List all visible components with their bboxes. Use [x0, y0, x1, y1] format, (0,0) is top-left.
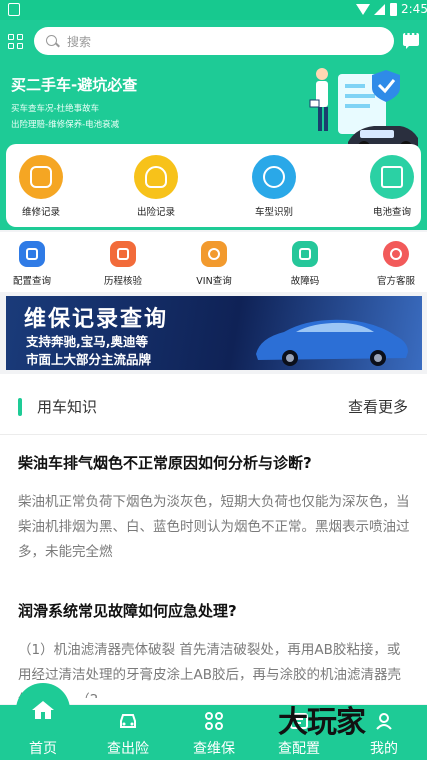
- status-time: 2:45: [401, 2, 427, 16]
- article-body[interactable]: 柴油机正常负荷下烟色为淡灰色，短期大负荷也仅能为深灰色，当柴油机排烟为黑、白、蓝…: [18, 490, 413, 565]
- quick-func-label: 车型识别: [254, 207, 293, 218]
- tab-maintenance[interactable]: 查维保: [171, 705, 257, 760]
- fault-code-icon: [292, 241, 318, 267]
- message-icon[interactable]: [403, 27, 419, 49]
- quick-func-model-recognition[interactable]: 车型识别: [239, 144, 309, 227]
- tool-fault-code[interactable]: 故障码: [275, 236, 335, 290]
- tab-claims[interactable]: 查出险: [85, 705, 171, 760]
- search-icon: [46, 35, 57, 46]
- battery-query-icon: [370, 155, 414, 199]
- tab-label: 查配置: [278, 741, 320, 757]
- tool-vin-query[interactable]: VIN查询: [184, 236, 244, 290]
- vin-query-icon: [201, 241, 227, 267]
- section-accent-bar: [18, 398, 22, 416]
- tab-label: 查维保: [193, 741, 235, 757]
- tool-history-check[interactable]: 历程核验: [93, 236, 153, 290]
- tool-label: 历程核验: [103, 276, 142, 287]
- grid-icon: [205, 712, 223, 730]
- config-query-icon: [19, 241, 45, 267]
- banner-line-2: 市面上大部分主流品牌: [26, 352, 152, 367]
- signal-icon: [374, 4, 385, 15]
- hero-title: 买二手车-避坑必查: [11, 76, 138, 94]
- claim-record-icon: [134, 155, 178, 199]
- tab-label: 查出险: [107, 741, 149, 757]
- maintenance-query-banner[interactable]: 维保记录查询 支持奔驰,宝马,奥迪等 市面上大部分主流品牌: [6, 296, 422, 370]
- model-recognition-icon: [252, 155, 296, 199]
- hero-subtitle-line-1: 买车查车况-杜绝事故车: [11, 104, 100, 114]
- hero-illustration: [309, 68, 418, 153]
- quick-func-repair-records[interactable]: 维修记录: [6, 144, 76, 227]
- search-placeholder: 搜索: [67, 35, 92, 49]
- view-more-link[interactable]: 查看更多: [348, 396, 408, 417]
- repair-record-icon: [19, 155, 63, 199]
- tool-customer-service[interactable]: 官方客服: [366, 236, 426, 290]
- knowledge-section: 用车知识 查看更多 柴油车排气烟色不正常原因如何分析与诊断? 柴油机正常负荷下烟…: [0, 374, 427, 704]
- search-bar[interactable]: 搜索: [34, 27, 394, 55]
- tab-label: 我的: [370, 741, 398, 757]
- scan-icon[interactable]: [8, 34, 24, 50]
- quick-function-card: 维修记录 出险记录 车型识别 电池查询: [6, 144, 421, 227]
- history-check-icon: [110, 241, 136, 267]
- tool-label: 官方客服: [376, 276, 415, 287]
- banner-car-image: [256, 319, 408, 366]
- hero-subtitle-line-2: 出险理赔-维修保养-电池衰减: [11, 120, 120, 130]
- banner-line-1: 支持奔驰,宝马,奥迪等: [26, 334, 148, 349]
- tool-label: 故障码: [290, 276, 320, 287]
- car-icon: [120, 714, 136, 728]
- user-icon: [376, 713, 392, 730]
- banner-title: 维保记录查询: [24, 307, 169, 332]
- article-title[interactable]: 润滑系统常见故障如何应急处理?: [18, 600, 413, 621]
- section-title: 用车知识: [37, 398, 98, 416]
- tool-label: 配置查询: [12, 276, 51, 287]
- quick-func-battery-query[interactable]: 电池查询: [357, 144, 427, 227]
- customer-service-icon: [383, 241, 409, 267]
- quick-func-claim-records[interactable]: 出险记录: [121, 144, 191, 227]
- tab-label: 首页: [29, 741, 57, 757]
- quick-func-label: 维修记录: [21, 207, 60, 218]
- battery-icon: [390, 3, 397, 16]
- wifi-icon: [356, 4, 370, 15]
- notification-app-icon: [8, 3, 20, 16]
- tool-label: VIN查询: [196, 276, 232, 287]
- home-icon[interactable]: [31, 700, 55, 720]
- tool-config-query[interactable]: 配置查询: [2, 236, 62, 290]
- quick-func-label: 电池查询: [372, 207, 411, 218]
- article-title[interactable]: 柴油车排气烟色不正常原因如何分析与诊断?: [18, 452, 413, 473]
- quick-func-label: 出险记录: [136, 207, 175, 218]
- watermark-logo: 大玩家: [278, 705, 366, 740]
- tools-row: 配置查询 历程核验 VIN查询 故障码 官方客服: [0, 232, 427, 292]
- section-divider: [0, 434, 427, 435]
- status-bar: 2:45: [0, 0, 427, 20]
- article-body[interactable]: （1）机油滤清器壳体破裂 首先清洁破裂处，再用AB胶粘接，或用经过清洁处理的牙膏…: [18, 638, 413, 698]
